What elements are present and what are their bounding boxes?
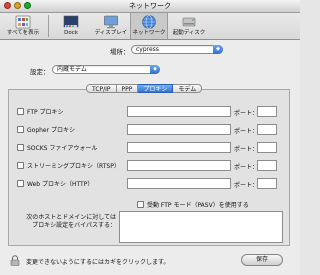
gopher-proxy-host-field[interactable] [127,124,231,135]
config-label: 設定： [30,68,50,76]
proxy-label: SOCKS ファイアウォール [27,145,98,152]
bypass-label: 次のホストとドメインに対してはプロキシ設定をバイパスする： [26,214,116,229]
gopher-proxy-port-field[interactable] [257,124,277,135]
location-popup[interactable]: cypress ◆ [131,45,223,54]
proxy-label: Gopher プロキシ [27,127,75,134]
toolbar-item-label: すべてを表示 [6,30,40,36]
globe-icon [142,15,156,29]
web-proxy-checkbox[interactable] [17,180,24,187]
proxy-panel: FTP プロキシ ポート： Gopher プロキシ ポート： SOCKS ファイ… [8,89,290,246]
popup-arrow-icon: ◆ [150,65,160,74]
tab-modem[interactable]: モデム [173,84,203,93]
streaming-proxy-host-field[interactable] [127,160,231,171]
gopher-proxy-checkbox[interactable] [17,126,24,133]
ftp-proxy-port-field[interactable] [257,106,277,117]
toolbar: すべてを表示 Dock ディスプレイ ネットワーク 起動ディスク [0,13,300,40]
pasv-label: 受動 FTP モード（PASV）を使用する [147,202,249,209]
ftp-proxy-host-field[interactable] [127,106,231,117]
tab-proxy[interactable]: プロキシ [138,84,174,93]
web-proxy-port-field[interactable] [257,178,277,189]
save-button[interactable]: 保存 [241,254,283,266]
socks-host-field[interactable] [127,142,231,153]
disk-icon [182,17,196,27]
web-proxy-host-field[interactable] [127,178,231,189]
lock-icon[interactable] [10,255,20,266]
proxy-label: Web プロキシ（HTTP） [27,181,94,188]
proxy-label: FTP プロキシ [27,109,64,116]
footer: 変更できないようにするにはカギをクリックします。 保存 [0,251,300,275]
location-value: cypress [136,46,159,53]
port-label: ポート： [234,110,259,117]
pasv-option: 受動 FTP モード（PASV）を使用する [137,200,249,209]
popup-arrow-icon: ◆ [213,45,223,54]
window-title: ネットワーク [129,2,171,10]
port-label: ポート： [234,164,259,171]
lock-message: 変更できないようにするにはカギをクリックします。 [26,259,170,266]
streaming-proxy-port-field[interactable] [257,160,277,171]
streaming-proxy-checkbox[interactable] [17,162,24,169]
toolbar-separator [48,15,49,37]
proxy-row-ftp: FTP プロキシ [17,106,64,117]
tab-bar: TCP/IP PPP プロキシ モデム [86,84,203,93]
tab-tcpip[interactable]: TCP/IP [86,84,117,93]
bypass-hosts-field[interactable] [119,211,283,243]
proxy-label: ストリーミングプロキシ（RTSP） [27,163,120,170]
proxy-row-gopher: Gopher プロキシ [17,124,75,135]
dock-icon [63,15,79,28]
toolbar-item-label: Dock [64,30,78,36]
toolbar-item-dock[interactable]: Dock [52,13,90,39]
port-label: ポート： [234,128,259,135]
socks-firewall-checkbox[interactable] [17,144,24,151]
location-label: 場所： [110,48,130,56]
toolbar-item-show-all[interactable]: すべてを表示 [4,13,42,39]
proxy-row-rtsp: ストリーミングプロキシ（RTSP） [17,160,120,171]
grid-icon [15,15,31,29]
toolbar-item-startup-disk[interactable]: 起動ディスク [170,13,208,39]
config-value: 内蔵モデム [57,66,87,73]
pasv-checkbox[interactable] [137,201,144,208]
port-label: ポート： [234,146,259,153]
ftp-proxy-checkbox[interactable] [17,108,24,115]
config-popup[interactable]: 内蔵モデム ◆ [52,65,160,74]
toolbar-item-label: ディスプレイ [94,30,128,36]
port-label: ポート： [234,182,259,189]
toolbar-item-display[interactable]: ディスプレイ [92,13,130,39]
socks-port-field[interactable] [257,142,277,153]
tab-ppp[interactable]: PPP [116,84,139,93]
preferences-window: ネットワーク すべてを表示 Dock ディスプレイ ネットワーク 起動ディスク … [0,0,300,275]
toolbar-item-label: 起動ディスク [172,30,206,36]
proxy-row-socks: SOCKS ファイアウォール [17,142,97,153]
display-icon [104,15,118,29]
proxy-row-web: Web プロキシ（HTTP） [17,178,93,189]
title-bar: ネットワーク [0,0,300,13]
toolbar-item-label: ネットワーク [132,30,166,36]
toolbar-item-network[interactable]: ネットワーク [130,13,168,39]
